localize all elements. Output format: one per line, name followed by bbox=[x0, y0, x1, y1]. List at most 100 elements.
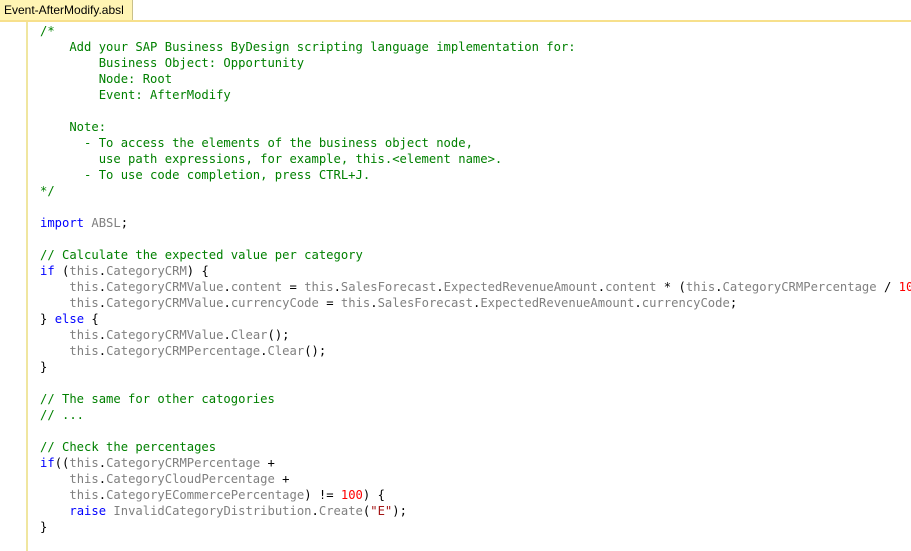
code-identifier: SalesForecast bbox=[377, 296, 473, 310]
code-text: . bbox=[98, 456, 107, 470]
code-comment: Business Object: Opportunity bbox=[40, 56, 305, 70]
code-identifier: this bbox=[69, 264, 99, 278]
code-text: . bbox=[260, 344, 268, 358]
code-comment: // ... bbox=[40, 408, 85, 422]
code-text: (); bbox=[267, 328, 290, 342]
code-identifier: this bbox=[69, 344, 99, 358]
code-line[interactable]: - To use code completion, press CTRL+J. bbox=[40, 167, 911, 183]
code-text: . bbox=[98, 472, 107, 486]
code-text: ( bbox=[54, 264, 70, 278]
code-line[interactable]: - To access the elements of the business… bbox=[40, 135, 911, 151]
code-line[interactable]: } bbox=[40, 519, 911, 535]
code-comment: Note: bbox=[40, 120, 107, 134]
code-editor[interactable]: /* Add your SAP Business ByDesign script… bbox=[40, 23, 911, 535]
code-line[interactable] bbox=[40, 231, 911, 247]
code-text: (); bbox=[304, 344, 327, 358]
code-line[interactable]: this.CategoryCRMValue.content = this.Sal… bbox=[40, 279, 911, 295]
code-line[interactable]: } bbox=[40, 359, 911, 375]
tab-event-aftermodify[interactable]: Event-AfterModify.absl bbox=[0, 0, 133, 21]
code-line[interactable]: // The same for other catogories bbox=[40, 391, 911, 407]
code-line[interactable]: this.CategoryCRMPercentage.Clear(); bbox=[40, 343, 911, 359]
code-line[interactable]: Note: bbox=[40, 119, 911, 135]
code-text: . bbox=[223, 280, 231, 294]
code-line[interactable]: this.CategoryCloudPercentage + bbox=[40, 471, 911, 487]
code-comment: Node: Root bbox=[40, 72, 173, 86]
code-identifier: CategoryCRMPercentage bbox=[722, 280, 877, 294]
code-identifier: Create bbox=[318, 504, 363, 518]
code-identifier: this bbox=[69, 328, 99, 342]
code-line[interactable] bbox=[40, 423, 911, 439]
code-line[interactable]: */ bbox=[40, 183, 911, 199]
code-identifier: CategoryCRMValue bbox=[106, 328, 224, 342]
code-line[interactable]: // Check the percentages bbox=[40, 439, 911, 455]
code-comment: Add your SAP Business ByDesign scripting… bbox=[40, 40, 576, 54]
code-number: 100 bbox=[340, 488, 363, 502]
code-identifier: currencyCode bbox=[641, 296, 730, 310]
code-text: . bbox=[311, 504, 319, 518]
code-identifier: this bbox=[340, 296, 371, 310]
code-line[interactable]: use path expressions, for example, this.… bbox=[40, 151, 911, 167]
code-text: ) != bbox=[304, 488, 341, 502]
code-comment: Event: AfterModify bbox=[40, 88, 231, 102]
code-identifier: content bbox=[230, 280, 283, 294]
code-line[interactable]: } else { bbox=[40, 311, 911, 327]
code-line[interactable]: this.CategoryECommercePercentage) != 100… bbox=[40, 487, 911, 503]
code-identifier: this bbox=[685, 280, 716, 294]
code-text: ; bbox=[729, 296, 738, 310]
code-text: = bbox=[318, 296, 341, 310]
code-text: . bbox=[223, 328, 231, 342]
code-line[interactable]: if((this.CategoryCRMPercentage + bbox=[40, 455, 911, 471]
code-keyword: import bbox=[40, 216, 85, 230]
code-comment: // The same for other catogories bbox=[40, 392, 275, 406]
code-line[interactable]: this.CategoryCRMValue.Clear(); bbox=[40, 327, 911, 343]
change-margin-line bbox=[26, 22, 28, 551]
code-identifier: this bbox=[69, 296, 99, 310]
code-identifier: CategoryCloudPercentage bbox=[106, 472, 275, 486]
code-text: } bbox=[40, 360, 48, 374]
code-line[interactable]: Business Object: Opportunity bbox=[40, 55, 911, 71]
code-line[interactable]: raise InvalidCategoryDistribution.Create… bbox=[40, 503, 911, 519]
code-line[interactable]: if (this.CategoryCRM) { bbox=[40, 263, 911, 279]
code-text: } bbox=[40, 312, 55, 326]
code-text: . bbox=[98, 296, 107, 310]
code-text: ) { bbox=[362, 488, 385, 502]
code-line[interactable]: Node: Root bbox=[40, 71, 911, 87]
code-line[interactable] bbox=[40, 375, 911, 391]
code-line[interactable]: this.CategoryCRMValue.currencyCode = thi… bbox=[40, 295, 911, 311]
code-text: * ( bbox=[656, 280, 686, 294]
code-text: . bbox=[98, 328, 107, 342]
code-line[interactable]: Add your SAP Business ByDesign scripting… bbox=[40, 39, 911, 55]
code-text: = bbox=[282, 280, 305, 294]
code-text: . bbox=[715, 280, 723, 294]
code-identifier: currencyCode bbox=[230, 296, 319, 310]
code-identifier: CategoryCRMValue bbox=[106, 280, 224, 294]
code-line[interactable]: import ABSL; bbox=[40, 215, 911, 231]
code-line[interactable]: Event: AfterModify bbox=[40, 87, 911, 103]
code-line[interactable]: /* bbox=[40, 23, 911, 39]
code-line[interactable] bbox=[40, 103, 911, 119]
code-comment: /* bbox=[40, 24, 55, 38]
code-identifier: this bbox=[69, 488, 99, 502]
code-text: ; bbox=[120, 216, 129, 230]
code-text: ) { bbox=[186, 264, 209, 278]
code-line[interactable] bbox=[40, 199, 911, 215]
code-identifier: ABSL bbox=[91, 216, 121, 230]
code-identifier: CategoryCRMValue bbox=[106, 296, 224, 310]
code-text: . bbox=[370, 296, 378, 310]
code-keyword: if bbox=[40, 264, 55, 278]
code-text: { bbox=[84, 312, 99, 326]
code-line[interactable]: // ... bbox=[40, 407, 911, 423]
code-text: } bbox=[40, 520, 48, 534]
code-keyword: if bbox=[40, 456, 55, 470]
code-identifier: ExpectedRevenueAmount bbox=[480, 296, 635, 310]
code-comment: // Check the percentages bbox=[40, 440, 217, 454]
code-text: + bbox=[274, 472, 290, 486]
code-line[interactable]: // Calculate the expected value per cate… bbox=[40, 247, 911, 263]
code-text: . bbox=[98, 344, 107, 358]
code-comment: // Calculate the expected value per cate… bbox=[40, 248, 363, 262]
